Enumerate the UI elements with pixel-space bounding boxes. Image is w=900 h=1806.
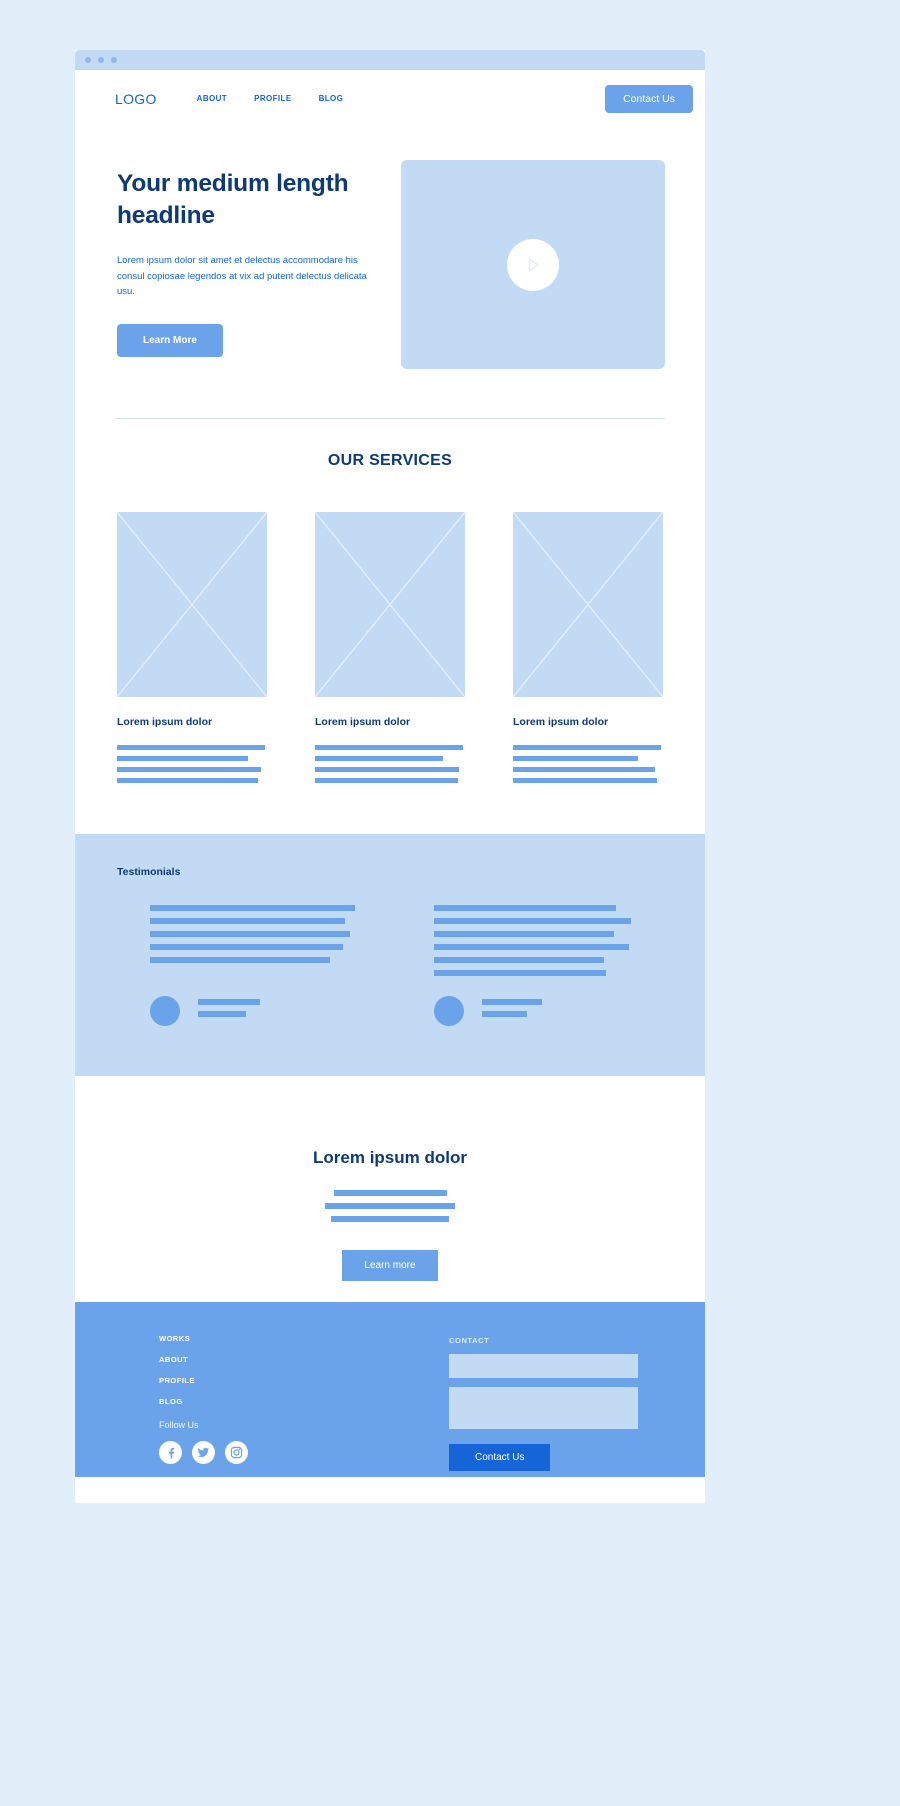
play-icon[interactable] [506, 238, 559, 291]
testimonial-item [401, 905, 631, 1027]
text-bar [117, 756, 248, 762]
text-bar [513, 745, 661, 751]
footer-links-column: WORKS ABOUT PROFILE BLOG Follow Us [159, 1334, 449, 1477]
author-name-bars [198, 999, 329, 1023]
text-bar [150, 931, 350, 938]
nav-links: ABOUT PROFILE BLOG [197, 94, 344, 103]
text-bar [315, 756, 443, 762]
text-bar [325, 1203, 455, 1210]
author-name-bars [482, 999, 613, 1023]
text-bar [482, 1011, 527, 1018]
avatar [434, 996, 464, 1027]
hero-section: Your medium length headline Lorem ipsum … [75, 127, 705, 369]
page-root: LOGO ABOUT PROFILE BLOG Contact Us Your … [0, 0, 900, 1806]
text-bar [315, 778, 458, 784]
text-bar [513, 778, 657, 784]
section-divider [117, 418, 665, 419]
text-bar [117, 767, 261, 773]
text-bar [434, 957, 604, 964]
footer-link-works[interactable]: WORKS [159, 1334, 449, 1343]
browser-chrome-bar [75, 50, 705, 70]
text-bar [333, 1190, 447, 1197]
service-card: Lorem ipsum dolor [315, 512, 465, 789]
footer-link-profile[interactable]: PROFILE [159, 1376, 449, 1385]
browser-window: LOGO ABOUT PROFILE BLOG Contact Us Your … [75, 50, 705, 1503]
chrome-dot-green[interactable] [111, 57, 117, 63]
service-image-placeholder [513, 512, 663, 697]
contact-form-label: CONTACT [449, 1336, 490, 1346]
cta-heading: Lorem ipsum dolor [313, 1148, 467, 1168]
twitter-icon[interactable] [192, 1441, 215, 1465]
testimonials-heading: Testimonials [117, 866, 181, 879]
hero-headline: Your medium length headline [117, 170, 349, 229]
text-bar [198, 999, 260, 1006]
facebook-icon[interactable] [159, 1441, 182, 1465]
text-bar [482, 999, 542, 1006]
services-grid: Lorem ipsum dolor Lorem ipsum dolor Lore… [75, 470, 705, 789]
site-navbar: LOGO ABOUT PROFILE BLOG Contact Us [75, 70, 705, 127]
instagram-icon[interactable] [225, 1441, 248, 1465]
hero-body-text: Lorem ipsum dolor sit amet et delectus a… [117, 255, 367, 297]
contact-name-input[interactable] [449, 1354, 638, 1379]
text-bar [434, 931, 614, 938]
service-card-title: Lorem ipsum dolor [315, 716, 411, 728]
footer-link-about[interactable]: ABOUT [159, 1355, 449, 1364]
text-bar [198, 1011, 246, 1018]
text-bar [117, 778, 258, 784]
nav-link-about[interactable]: ABOUT [197, 94, 227, 103]
text-bar [150, 918, 345, 925]
text-bar [331, 1216, 449, 1223]
service-card-text-bars [513, 745, 663, 784]
follow-us-label: Follow Us [159, 1420, 199, 1431]
testimonial-item [117, 905, 355, 1027]
avatar [150, 996, 180, 1027]
text-bar [315, 745, 463, 751]
text-bar [315, 767, 459, 773]
header-contact-us-button[interactable]: Contact Us [605, 84, 693, 113]
nav-link-profile[interactable]: PROFILE [254, 94, 291, 103]
service-card: Lorem ipsum dolor [513, 512, 663, 789]
text-bar [117, 745, 265, 751]
testimonials-section: Testimonials [75, 834, 705, 1077]
text-bar [434, 970, 606, 977]
service-card-text-bars [117, 745, 267, 784]
chrome-dot-yellow[interactable] [98, 57, 104, 63]
services-heading: OUR SERVICES [327, 452, 453, 469]
text-bar [434, 944, 629, 951]
text-bar [150, 944, 343, 951]
contact-message-textarea[interactable] [449, 1387, 638, 1430]
social-links [159, 1441, 449, 1465]
cta-learn-more-button[interactable]: Learn more [342, 1250, 438, 1282]
footer-link-blog[interactable]: BLOG [159, 1397, 449, 1406]
service-image-placeholder [315, 512, 465, 697]
text-bar [434, 905, 616, 912]
text-bar [150, 957, 330, 964]
testimonial-author [434, 996, 613, 1027]
testimonial-author [150, 996, 329, 1027]
hero-text-column: Your medium length headline Lorem ipsum … [117, 160, 377, 369]
nav-link-blog[interactable]: BLOG [319, 94, 344, 103]
footer-contact-us-button[interactable]: Contact Us [449, 1444, 551, 1472]
site-footer: WORKS ABOUT PROFILE BLOG Follow Us CONTA… [75, 1302, 705, 1478]
service-card-title: Lorem ipsum dolor [513, 716, 609, 728]
text-bar [150, 905, 355, 912]
text-bar [513, 756, 638, 762]
service-image-placeholder [117, 512, 267, 697]
cta-text-bars [75, 1190, 705, 1223]
testimonials-grid [117, 905, 663, 1027]
service-card-text-bars [315, 745, 465, 784]
service-card-title: Lorem ipsum dolor [117, 716, 213, 728]
footer-contact-column: CONTACT Contact Us [449, 1334, 663, 1477]
service-card: Lorem ipsum dolor [117, 512, 267, 789]
site-logo[interactable]: LOGO [115, 91, 157, 107]
text-bar [434, 918, 631, 925]
cta-section: Lorem ipsum dolor Learn more [75, 1076, 705, 1303]
text-bar [513, 767, 655, 773]
chrome-dot-red[interactable] [85, 57, 91, 63]
hero-learn-more-button[interactable]: Learn More [117, 324, 223, 358]
hero-video-placeholder[interactable] [400, 160, 665, 369]
